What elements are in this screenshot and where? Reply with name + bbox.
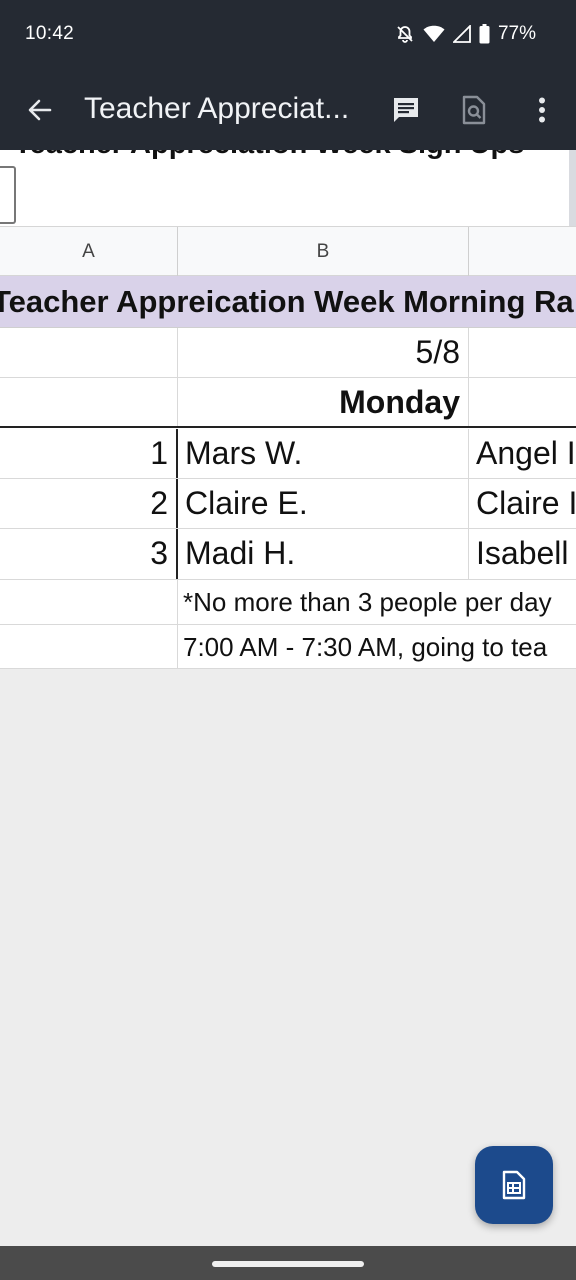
- back-button[interactable]: [20, 90, 60, 130]
- sheets-icon: [502, 1170, 526, 1200]
- preview-button[interactable]: [454, 90, 494, 130]
- banner-cell: Teacher Appreication Week Morning Ra: [0, 284, 574, 319]
- time-note-cell[interactable]: 7:00 AM - 7:30 AM, going to tea: [178, 625, 576, 668]
- scroll-indicator: [569, 150, 576, 226]
- battery-icon: [479, 24, 490, 44]
- note-cell[interactable]: *No more than 3 people per day: [178, 580, 576, 624]
- title-cell-border: [0, 166, 16, 224]
- comment-icon: [394, 98, 418, 122]
- time-row: 7:00 AM - 7:30 AM, going to tea: [0, 625, 576, 669]
- cell-a[interactable]: [0, 378, 178, 426]
- name-cell[interactable]: Claire E.: [178, 479, 469, 528]
- home-gesture-handle[interactable]: [212, 1261, 364, 1267]
- column-header-b[interactable]: B: [178, 227, 469, 276]
- name-cell[interactable]: Madi H.: [178, 529, 469, 579]
- note-row: *No more than 3 people per day: [0, 580, 576, 625]
- column-header-row: A B: [0, 226, 576, 276]
- comments-button[interactable]: [386, 90, 426, 130]
- document-title: Teacher Appreciat...: [84, 92, 350, 125]
- find-in-page-icon: [462, 95, 486, 125]
- status-time: 10:42: [25, 23, 75, 44]
- status-icons: 77%: [395, 23, 536, 45]
- banner-row[interactable]: Teacher Appreication Week Morning Ra: [0, 276, 576, 328]
- cell-a[interactable]: [0, 580, 178, 624]
- cell-c[interactable]: [469, 378, 576, 426]
- column-header-c[interactable]: [469, 227, 576, 276]
- navigation-bar: [0, 1246, 576, 1280]
- more-vert-icon: [539, 97, 545, 123]
- mute-icon: [395, 24, 415, 44]
- arrow-back-icon: [28, 99, 52, 121]
- spreadsheet-grid[interactable]: Teacher Appreciation Week Sign Ups A B T…: [0, 150, 576, 669]
- slot-number-cell[interactable]: 3: [0, 529, 178, 579]
- app-bar: Teacher Appreciat...: [0, 70, 576, 150]
- column-header-a[interactable]: A: [0, 227, 178, 276]
- name-cell[interactable]: Mars W.: [178, 429, 469, 478]
- name-cell[interactable]: Claire I: [469, 479, 576, 528]
- table-row: 2 Claire E. Claire I: [0, 479, 576, 529]
- open-in-sheets-button[interactable]: [475, 1146, 553, 1224]
- cell-c[interactable]: [469, 328, 576, 377]
- slot-number-cell[interactable]: 1: [0, 429, 178, 478]
- slot-number-cell[interactable]: 2: [0, 479, 178, 528]
- sheet-title-text: Teacher Appreciation Week Sign Ups: [14, 150, 524, 161]
- cell-a[interactable]: [0, 328, 178, 377]
- cell-a[interactable]: [0, 625, 178, 668]
- more-options-button[interactable]: [522, 90, 562, 130]
- date-row: 5/8: [0, 328, 576, 378]
- wifi-icon: [423, 25, 445, 43]
- day-cell[interactable]: Monday: [178, 378, 469, 426]
- battery-percent: 77%: [497, 23, 536, 44]
- table-row: 3 Madi H. Isabell: [0, 529, 576, 580]
- date-cell[interactable]: 5/8: [178, 328, 469, 377]
- table-row: 1 Mars W. Angel I: [0, 429, 576, 479]
- day-row: Monday: [0, 378, 576, 428]
- signal-icon: [452, 25, 471, 43]
- status-bar: 10:42 77%: [0, 0, 576, 70]
- name-cell[interactable]: Isabell: [469, 529, 576, 579]
- name-cell[interactable]: Angel I: [469, 429, 576, 478]
